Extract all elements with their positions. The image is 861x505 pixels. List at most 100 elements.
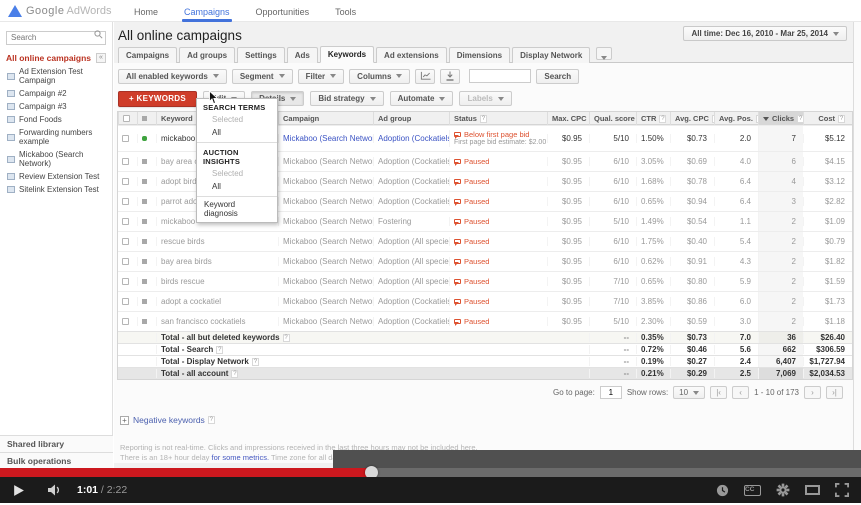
keyword-cell[interactable]: birds rescue [156, 277, 278, 286]
tab[interactable]: Dimensions [448, 47, 511, 63]
rows-per-page-select[interactable]: 10 [673, 386, 706, 399]
details-menu-item[interactable]: All [197, 126, 277, 139]
details-menu-item[interactable]: Keyword diagnosis [197, 198, 277, 220]
tab[interactable]: Settings [237, 47, 285, 63]
row-checkbox[interactable] [122, 238, 129, 246]
scope-dropdown[interactable]: All enabled keywords [118, 68, 227, 84]
col-campaign[interactable]: Campaign [278, 111, 373, 125]
campaign-link[interactable]: Mickaboo (Search Network) [278, 197, 373, 206]
tab[interactable]: Campaigns [118, 47, 178, 63]
details-menu-item[interactable]: Selected [197, 113, 277, 126]
tab[interactable]: Keywords [319, 46, 375, 63]
max-cpc-cell[interactable]: $0.95 [547, 257, 589, 266]
max-cpc-cell[interactable]: $0.95 [547, 237, 589, 246]
filter-dropdown[interactable]: Filter [297, 68, 345, 84]
chart-button[interactable] [415, 68, 436, 84]
sidebar-collapse-button[interactable]: « [96, 53, 106, 63]
keyword-cell[interactable]: adopt a cockatiel [156, 297, 278, 306]
help-icon[interactable] [207, 416, 215, 424]
row-checkbox[interactable] [122, 278, 129, 286]
row-checkbox[interactable] [122, 135, 129, 143]
volume-button[interactable] [47, 484, 63, 496]
campaign-link[interactable]: Mickaboo (Search Network) [278, 237, 373, 246]
campaign-link[interactable]: Mickaboo (Search Network) [278, 217, 373, 226]
bid-strategy-dropdown[interactable]: Bid strategy [310, 91, 384, 106]
labels-dropdown[interactable]: Labels [459, 91, 512, 106]
adgroup-link[interactable]: Adoption (Cockatiels) [373, 197, 449, 206]
keyword-cell[interactable]: san francisco cockatiels [156, 317, 278, 326]
settings-button[interactable] [776, 483, 790, 497]
first-page-button[interactable] [710, 386, 728, 399]
campaign-link[interactable]: Mickaboo (Search Network) [278, 317, 373, 326]
some-metrics-link[interactable]: for some metrics. [212, 453, 270, 462]
row-checkbox[interactable] [122, 298, 129, 306]
tab[interactable]: Display Network [512, 47, 591, 63]
details-menu-item[interactable]: All [197, 180, 277, 193]
col-avg-cpc[interactable]: Avg. CPC [670, 111, 714, 125]
more-tabs-button[interactable] [596, 47, 613, 60]
max-cpc-cell[interactable]: $0.95 [547, 134, 589, 143]
nav-item[interactable]: Opportunities [256, 3, 310, 19]
row-checkbox[interactable] [122, 258, 129, 266]
negative-keywords-toggle[interactable]: Negative keywords [120, 415, 849, 425]
col-status[interactable]: Status [449, 111, 547, 125]
col-avg-pos[interactable]: Avg. Pos. [714, 111, 758, 125]
help-icon[interactable] [282, 334, 290, 342]
next-page-button[interactable] [804, 386, 821, 399]
sidebar-campaign-item[interactable]: Forwarding numbers example [0, 126, 112, 148]
sidebar-all-campaigns[interactable]: All online campaigns [6, 53, 91, 63]
sidebar-campaign-item[interactable]: Campaign #2 [0, 87, 112, 100]
help-icon[interactable] [231, 370, 239, 378]
row-checkbox[interactable] [122, 218, 129, 226]
keyword-cell[interactable]: rescue birds [156, 237, 278, 246]
adgroup-link[interactable]: Adoption (Cockatiels) [373, 177, 449, 186]
sidebar-campaign-item[interactable]: Sitelink Extension Test [0, 183, 112, 196]
segment-dropdown[interactable]: Segment [231, 68, 293, 84]
expand-icon[interactable] [120, 415, 129, 425]
keyword-search-input[interactable] [469, 69, 532, 83]
add-keywords-button[interactable]: + KEYWORDS [118, 90, 198, 107]
campaign-link[interactable]: Mickaboo (Search Network) [278, 257, 373, 266]
max-cpc-cell[interactable]: $0.95 [547, 217, 589, 226]
automate-dropdown[interactable]: Automate [389, 91, 454, 106]
max-cpc-cell[interactable]: $0.95 [547, 277, 589, 286]
row-checkbox[interactable] [122, 198, 129, 206]
max-cpc-cell[interactable]: $0.95 [547, 317, 589, 326]
help-icon[interactable] [659, 114, 667, 123]
details-menu-item[interactable]: AUCTION INSIGHTS [197, 144, 277, 167]
nav-item[interactable]: Tools [335, 3, 356, 19]
details-menu-item[interactable] [197, 142, 277, 143]
campaign-link[interactable]: Mickaboo (Search Network) [278, 134, 373, 143]
download-button[interactable] [440, 68, 461, 84]
campaign-link[interactable]: Mickaboo (Search Network) [278, 177, 373, 186]
campaign-link[interactable]: Mickaboo (Search Network) [278, 277, 373, 286]
adgroup-link[interactable]: Adoption (All species) [373, 257, 449, 266]
theater-mode-button[interactable] [805, 485, 820, 495]
sidebar-campaign-item[interactable]: Fond Foods [0, 113, 112, 126]
nav-item[interactable]: Home [134, 3, 158, 19]
play-button[interactable] [12, 484, 25, 497]
max-cpc-cell[interactable]: $0.95 [547, 297, 589, 306]
help-icon[interactable] [479, 114, 487, 123]
nav-item[interactable]: Campaigns [182, 3, 232, 22]
sidebar-campaign-item[interactable]: Ad Extension Test Campaign [0, 65, 112, 87]
fullscreen-button[interactable] [835, 483, 849, 497]
help-icon[interactable] [216, 346, 224, 354]
row-checkbox[interactable] [122, 178, 129, 186]
sidebar-campaign-item[interactable]: Campaign #3 [0, 100, 112, 113]
tab[interactable]: Ads [286, 47, 318, 63]
campaign-link[interactable]: Mickaboo (Search Network) [278, 157, 373, 166]
row-checkbox[interactable] [122, 318, 129, 326]
captions-button[interactable]: CC [744, 484, 761, 496]
search-button[interactable]: Search [536, 68, 580, 84]
sidebar-footer-item[interactable]: Bulk operations [0, 452, 113, 469]
adgroup-link[interactable]: Adoption (Cockatiels) [373, 134, 449, 143]
campaign-link[interactable]: Mickaboo (Search Network) [278, 297, 373, 306]
sidebar-search-input[interactable] [6, 30, 106, 45]
select-all-checkbox[interactable] [123, 115, 130, 123]
last-page-button[interactable] [826, 386, 843, 399]
max-cpc-cell[interactable]: $0.95 [547, 197, 589, 206]
details-menu-item[interactable]: Selected [197, 167, 277, 180]
col-ctr[interactable]: CTR [636, 111, 670, 125]
prev-page-button[interactable] [732, 386, 750, 399]
